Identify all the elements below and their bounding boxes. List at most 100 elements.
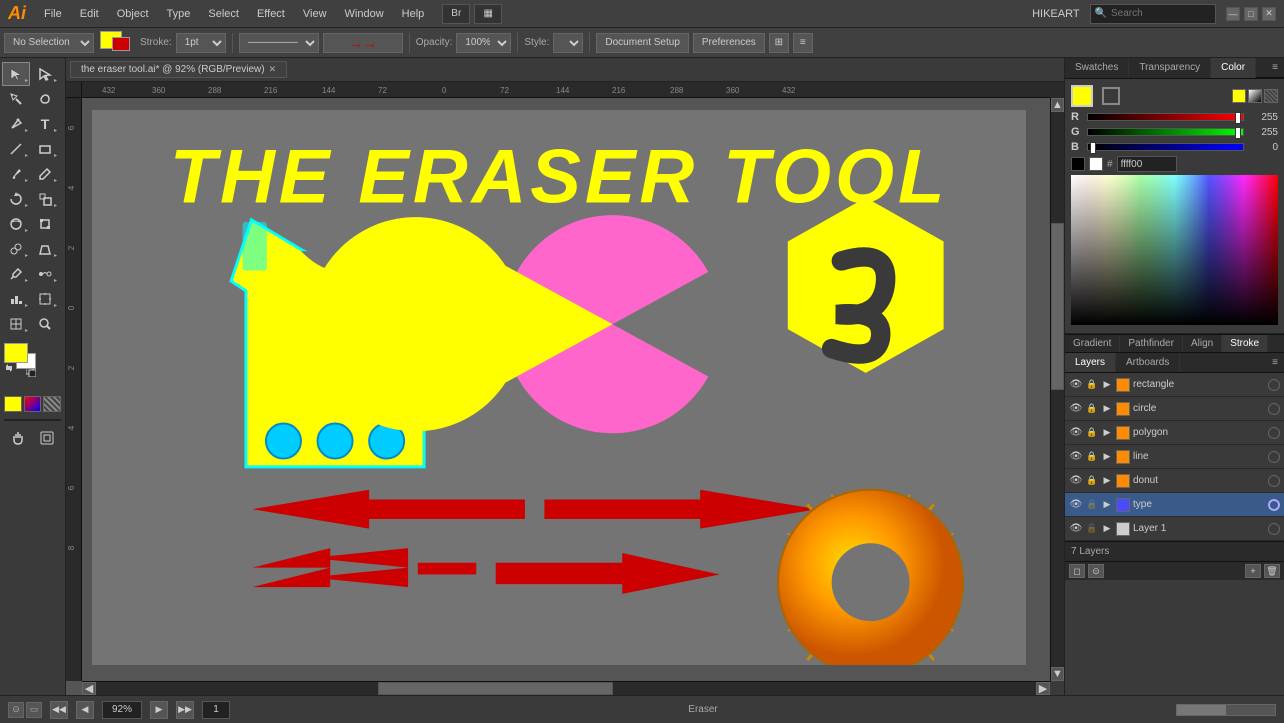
eye-icon-donut[interactable]: 👁 [1069,474,1083,488]
g-thumb[interactable] [1235,127,1241,139]
new-layer-btn[interactable]: + [1245,564,1261,578]
direct-selection-tool[interactable]: ▸ [31,62,59,86]
make-mask-btn[interactable]: ◻ [1069,564,1085,578]
eye-icon-line[interactable]: 👁 [1069,450,1083,464]
pen-tool[interactable]: ▸ [2,112,30,136]
stroke-indicator[interactable] [1102,87,1120,105]
blend-tool[interactable]: ▸ [31,262,59,286]
white-swatch[interactable] [1089,157,1103,171]
panel-icon[interactable]: ≡ [793,33,813,53]
scroll-thumb-h[interactable] [378,682,613,695]
view-mode-btn[interactable]: ▦ [474,4,502,24]
scroll-left-btn[interactable]: ◀ [82,682,96,695]
selection-dropdown[interactable]: No Selection [4,33,94,53]
lock-icon-circle[interactable]: 🔒 [1086,403,1098,415]
opacity-dropdown[interactable]: 100% [456,33,511,53]
target-circle-circle[interactable] [1268,403,1280,415]
menu-effect[interactable]: Effect [249,6,293,22]
black-swatch[interactable] [1071,157,1085,171]
target-circle-donut[interactable] [1268,475,1280,487]
gradient-fill-icon[interactable] [1248,89,1262,103]
selection-tool[interactable]: ▸ [2,62,30,86]
menu-help[interactable]: Help [394,6,433,22]
eye-icon-polygon[interactable]: 👁 [1069,426,1083,440]
arrow-icon-type[interactable]: ▶ [1101,499,1113,511]
shape-builder-tool[interactable]: ▸ [2,237,30,261]
lock-icon-polygon[interactable]: 🔒 [1086,427,1098,439]
arrow-icon-layer1[interactable]: ▶ [1101,523,1113,535]
make-compound-btn[interactable]: ⊙ [1088,564,1104,578]
layers-menu-btn[interactable]: ≡ [1266,353,1284,372]
target-circle-type[interactable] [1268,499,1280,511]
column-graph-tool[interactable]: ▸ [2,287,30,311]
pathfinder-tab[interactable]: Pathfinder [1120,335,1183,352]
slice-tool[interactable]: ▸ [2,312,30,336]
layer-row-line[interactable]: 👁 🔒 ▶ line [1065,445,1284,469]
foreground-color[interactable] [4,343,28,363]
target-circle-line[interactable] [1268,451,1280,463]
eye-icon-layer1[interactable]: 👁 [1069,522,1083,536]
menu-window[interactable]: Window [337,6,392,22]
artwork-canvas[interactable]: THE ERASER TOOL [82,98,1050,681]
page-input[interactable] [202,701,230,719]
swatches-tab[interactable]: Swatches [1065,58,1129,78]
lock-icon-layer1[interactable]: 🔒 [1086,523,1098,535]
prev-page-btn[interactable]: ◀◀ [50,701,68,719]
g-slider[interactable] [1087,128,1244,136]
lock-icon-donut[interactable]: 🔒 [1086,475,1098,487]
stroke-color[interactable] [112,37,130,51]
transparency-tab[interactable]: Transparency [1129,58,1211,78]
b-slider[interactable] [1087,143,1244,151]
layer-row-circle[interactable]: 👁 🔒 ▶ circle [1065,397,1284,421]
rectangle-tool[interactable]: ▸ [31,137,59,161]
lock-icon-type[interactable]: 🔒 [1086,499,1098,511]
layer-row-donut[interactable]: 👁 🔒 ▶ donut [1065,469,1284,493]
eye-icon-circle[interactable]: 👁 [1069,402,1083,416]
artboard-tool[interactable]: ▸ [31,287,59,311]
prev-btn[interactable]: ◀ [76,701,94,719]
bridge-btn[interactable]: Br [442,4,470,24]
lock-icon-line[interactable]: 🔒 [1086,451,1098,463]
artboards-tab[interactable]: Artboards [1116,353,1180,372]
next-page-btn[interactable]: ▶▶ [176,701,194,719]
layer-row-layer1[interactable]: 👁 🔒 ▶ Layer 1 [1065,517,1284,541]
magic-wand-tool[interactable] [2,87,30,111]
arrow-style-preview[interactable]: →→ [323,33,403,53]
menu-file[interactable]: File [36,6,70,22]
scroll-right-btn[interactable]: ▶ [1036,682,1050,695]
solid-fill-icon[interactable] [1232,89,1246,103]
doc-setup-button[interactable]: Document Setup [596,33,689,53]
color-tab[interactable]: Color [1211,58,1256,78]
stroke-weight-dropdown[interactable]: 1pt [176,33,226,53]
menu-edit[interactable]: Edit [72,6,107,22]
stroke-tab[interactable]: Stroke [1222,335,1268,352]
delete-layer-btn[interactable]: 🗑 [1264,564,1280,578]
arrow-icon-line[interactable]: ▶ [1101,451,1113,463]
target-circle-layer1[interactable] [1268,523,1280,535]
scroll-up-btn[interactable]: ▲ [1051,98,1064,112]
eye-icon-type[interactable]: 👁 [1069,498,1083,512]
solid-color-mode[interactable] [4,396,22,412]
menu-type[interactable]: Type [159,6,199,22]
r-slider[interactable] [1087,113,1244,121]
status-icon-1[interactable]: ⊙ [8,702,24,718]
arrow-icon-polygon[interactable]: ▶ [1101,427,1113,439]
maximize-btn[interactable]: □ [1244,7,1258,21]
hex-input[interactable] [1117,156,1177,172]
scale-tool[interactable]: ▸ [31,187,59,211]
menu-select[interactable]: Select [200,6,247,22]
zoom-input[interactable] [102,701,142,719]
r-thumb[interactable] [1235,112,1241,124]
arrange-icon[interactable]: ⊞ [769,33,789,53]
minimize-btn[interactable]: — [1226,7,1240,21]
lock-icon-rectangle[interactable]: 🔒 [1086,379,1098,391]
arrow-icon-circle[interactable]: ▶ [1101,403,1113,415]
pencil-tool[interactable]: ▸ [31,162,59,186]
tab-close-btn[interactable]: ✕ [269,64,277,75]
rotate-tool[interactable]: ▸ [2,187,30,211]
eye-icon-rectangle[interactable]: 👁 [1069,378,1083,392]
target-circle-polygon[interactable] [1268,427,1280,439]
layers-tab[interactable]: Layers [1065,353,1116,372]
menu-view[interactable]: View [295,6,335,22]
fill-indicator[interactable] [1071,85,1093,107]
